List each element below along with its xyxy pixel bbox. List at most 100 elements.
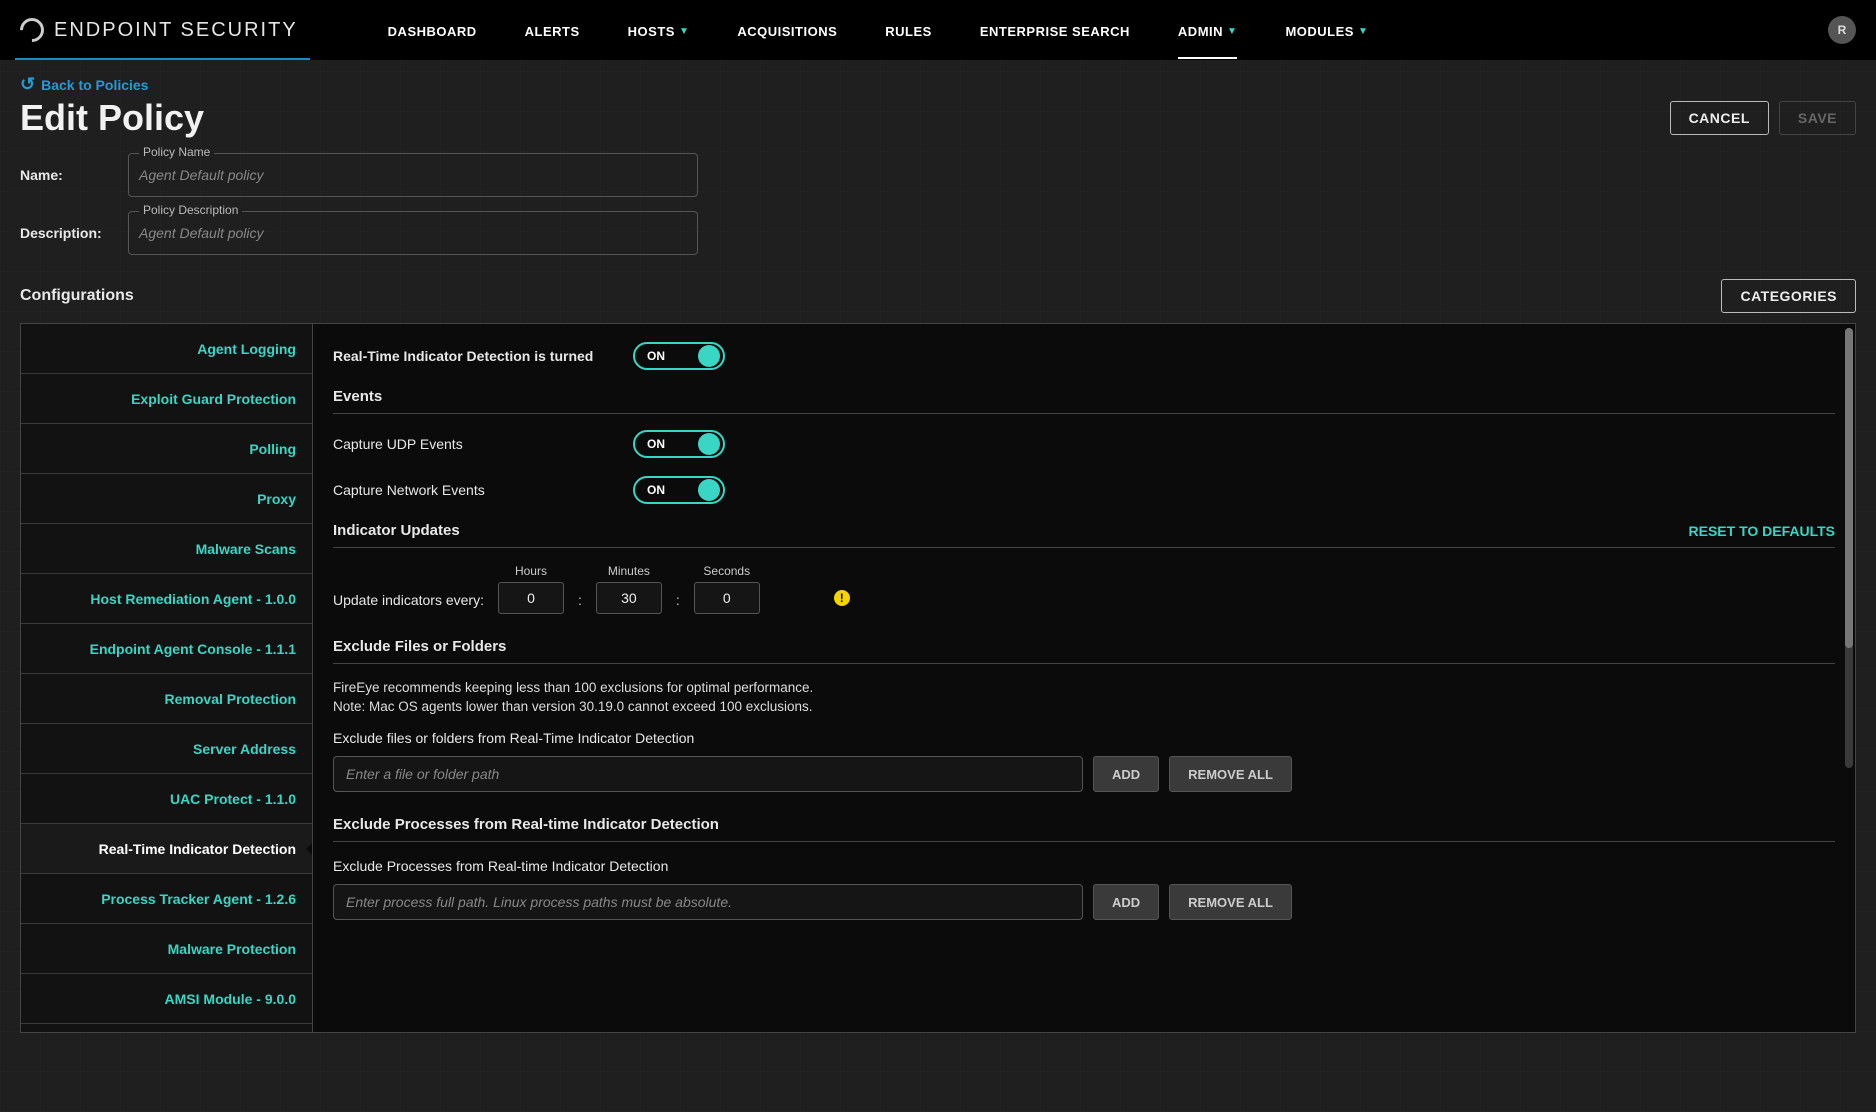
nav-acquisitions[interactable]: ACQUISITIONS bbox=[737, 2, 837, 59]
sidebar-item[interactable]: Agent Logging bbox=[21, 324, 312, 374]
sidebar-item[interactable]: Proxy bbox=[21, 474, 312, 524]
section-title: Exclude Files or Folders bbox=[333, 638, 506, 655]
hours-input[interactable]: 0 bbox=[498, 582, 564, 614]
minutes-input[interactable]: 30 bbox=[596, 582, 662, 614]
policy-name-value: Agent Default policy bbox=[139, 154, 687, 196]
sidebar-item[interactable]: Malware Protection bbox=[21, 924, 312, 974]
categories-button[interactable]: CATEGORIES bbox=[1721, 279, 1856, 313]
rtid-label: Real-Time Indicator Detection is turned bbox=[333, 348, 633, 364]
header-buttons: CANCEL SAVE bbox=[1670, 101, 1856, 135]
colon: : bbox=[578, 592, 582, 608]
toggle-knob bbox=[698, 479, 720, 501]
brand-text: ENDPOINT SECURITY bbox=[54, 19, 298, 42]
exclude-proc-input[interactable] bbox=[333, 884, 1083, 920]
rtid-toggle[interactable]: ON bbox=[633, 342, 725, 370]
seconds-col: Seconds 0 bbox=[694, 564, 760, 614]
sidebar-item[interactable]: Process Tracker Agent - 1.2.6 bbox=[21, 874, 312, 924]
sidebar-item[interactable]: Endpoint Agent Console - 1.1.1 bbox=[21, 624, 312, 674]
nav-admin[interactable]: ADMIN ▼ bbox=[1178, 2, 1238, 59]
toggle-text: ON bbox=[647, 483, 665, 497]
nav-items: DASHBOARD ALERTS HOSTS▼ ACQUISITIONS RUL… bbox=[388, 2, 1369, 59]
save-button[interactable]: SAVE bbox=[1779, 101, 1856, 135]
nav-hosts[interactable]: HOSTS▼ bbox=[628, 2, 690, 59]
description-label: Description: bbox=[20, 225, 128, 241]
config-body: Agent LoggingExploit Guard ProtectionPol… bbox=[20, 323, 1856, 1033]
nav-rules[interactable]: RULES bbox=[885, 2, 932, 59]
capture-udp-toggle[interactable]: ON bbox=[633, 430, 725, 458]
sidebar-item[interactable]: Malware Scans bbox=[21, 524, 312, 574]
capture-net-toggle[interactable]: ON bbox=[633, 476, 725, 504]
sidebar-item[interactable]: UAC Protect - 1.1.0 bbox=[21, 774, 312, 824]
section-title: Indicator Updates bbox=[333, 522, 460, 539]
nav-label: ADMIN bbox=[1178, 24, 1223, 39]
section-title: Events bbox=[333, 388, 382, 405]
hours-col: Hours 0 bbox=[498, 564, 564, 614]
add-file-button[interactable]: ADD bbox=[1093, 756, 1159, 792]
cancel-button[interactable]: CANCEL bbox=[1670, 101, 1769, 135]
add-proc-button[interactable]: ADD bbox=[1093, 884, 1159, 920]
rtid-toggle-row: Real-Time Indicator Detection is turned … bbox=[333, 342, 1835, 370]
policy-description-field[interactable]: Policy Description Agent Default policy bbox=[128, 211, 698, 255]
chevron-down-icon: ▼ bbox=[1227, 26, 1237, 37]
config-sidebar[interactable]: Agent LoggingExploit Guard ProtectionPol… bbox=[21, 324, 313, 1032]
nav-label: HOSTS bbox=[628, 24, 675, 39]
page-header-row: Edit Policy CANCEL SAVE bbox=[20, 97, 1856, 139]
name-row: Name: Policy Name Agent Default policy bbox=[20, 153, 1856, 197]
exclude-files-sublabel: Exclude files or folders from Real-Time … bbox=[333, 730, 1835, 746]
note-1: FireEye recommends keeping less than 100… bbox=[333, 680, 1835, 695]
nav-label: ALERTS bbox=[525, 24, 580, 39]
description-row: Description: Policy Description Agent De… bbox=[20, 211, 1856, 255]
back-to-policies-link[interactable]: ↻ Back to Policies bbox=[20, 74, 1856, 95]
section-rule bbox=[333, 663, 1835, 664]
exclude-proc-row: ADD REMOVE ALL bbox=[333, 884, 1835, 920]
exclude-files-row: ADD REMOVE ALL bbox=[333, 756, 1835, 792]
seconds-caption: Seconds bbox=[694, 564, 760, 578]
warning-icon[interactable]: ! bbox=[834, 590, 850, 606]
chevron-down-icon: ▼ bbox=[1358, 26, 1368, 37]
nav-modules[interactable]: MODULES ▼ bbox=[1285, 2, 1368, 59]
top-nav: ENDPOINT SECURITY DASHBOARD ALERTS HOSTS… bbox=[0, 0, 1876, 60]
sidebar-item[interactable]: Polling bbox=[21, 424, 312, 474]
remove-all-files-button[interactable]: REMOVE ALL bbox=[1169, 756, 1292, 792]
update-interval-row: Update indicators every: Hours 0 : Minut… bbox=[333, 564, 1835, 614]
toggle-text: ON bbox=[647, 349, 665, 363]
nav-label: DASHBOARD bbox=[388, 24, 477, 39]
section-rule bbox=[333, 547, 1835, 548]
config-content: Real-Time Indicator Detection is turned … bbox=[313, 324, 1855, 1032]
minutes-col: Minutes 30 bbox=[596, 564, 662, 614]
policy-info: Name: Policy Name Agent Default policy D… bbox=[20, 153, 1856, 255]
nav-alerts[interactable]: ALERTS bbox=[525, 2, 580, 59]
nav-label: ACQUISITIONS bbox=[737, 24, 837, 39]
nav-dashboard[interactable]: DASHBOARD bbox=[388, 2, 477, 59]
brand-icon bbox=[15, 13, 49, 47]
sidebar-item[interactable]: Exploit Guard Protection bbox=[21, 374, 312, 424]
field-float-label: Policy Description bbox=[139, 203, 242, 217]
scrollbar-thumb[interactable] bbox=[1845, 328, 1853, 648]
brand: ENDPOINT SECURITY bbox=[20, 18, 298, 42]
sidebar-item[interactable]: Removal Protection bbox=[21, 674, 312, 724]
back-arrow-icon: ↻ bbox=[20, 74, 35, 95]
hours-caption: Hours bbox=[498, 564, 564, 578]
nav-enterprise-search[interactable]: ENTERPRISE SEARCH bbox=[980, 2, 1130, 59]
nav-label: MODULES bbox=[1285, 24, 1354, 39]
indicator-updates-heading: Indicator Updates RESET TO DEFAULTS bbox=[333, 522, 1835, 539]
sidebar-item[interactable]: Real-Time Indicator Detection bbox=[21, 824, 312, 874]
sidebar-item[interactable]: AMSI Module - 9.0.0 bbox=[21, 974, 312, 1024]
exclude-files-heading: Exclude Files or Folders bbox=[333, 638, 1835, 655]
remove-all-proc-button[interactable]: REMOVE ALL bbox=[1169, 884, 1292, 920]
reset-to-defaults-link[interactable]: RESET TO DEFAULTS bbox=[1689, 523, 1836, 539]
note-2: Note: Mac OS agents lower than version 3… bbox=[333, 699, 1835, 714]
sidebar-item[interactable]: Server Address bbox=[21, 724, 312, 774]
seconds-input[interactable]: 0 bbox=[694, 582, 760, 614]
sidebar-item[interactable]: Host Remediation Agent - 1.0.0 bbox=[21, 574, 312, 624]
exclude-files-input[interactable] bbox=[333, 756, 1083, 792]
policy-description-value: Agent Default policy bbox=[139, 212, 687, 254]
policy-name-field[interactable]: Policy Name Agent Default policy bbox=[128, 153, 698, 197]
field-float-label: Policy Name bbox=[139, 145, 214, 159]
update-every-label: Update indicators every: bbox=[333, 592, 484, 608]
sidebar-item[interactable]: Tamper Protection bbox=[21, 1024, 312, 1032]
section-title: Exclude Processes from Real-time Indicat… bbox=[333, 816, 719, 833]
section-rule bbox=[333, 841, 1835, 842]
nav-label: RULES bbox=[885, 24, 932, 39]
avatar[interactable]: R bbox=[1828, 16, 1856, 44]
